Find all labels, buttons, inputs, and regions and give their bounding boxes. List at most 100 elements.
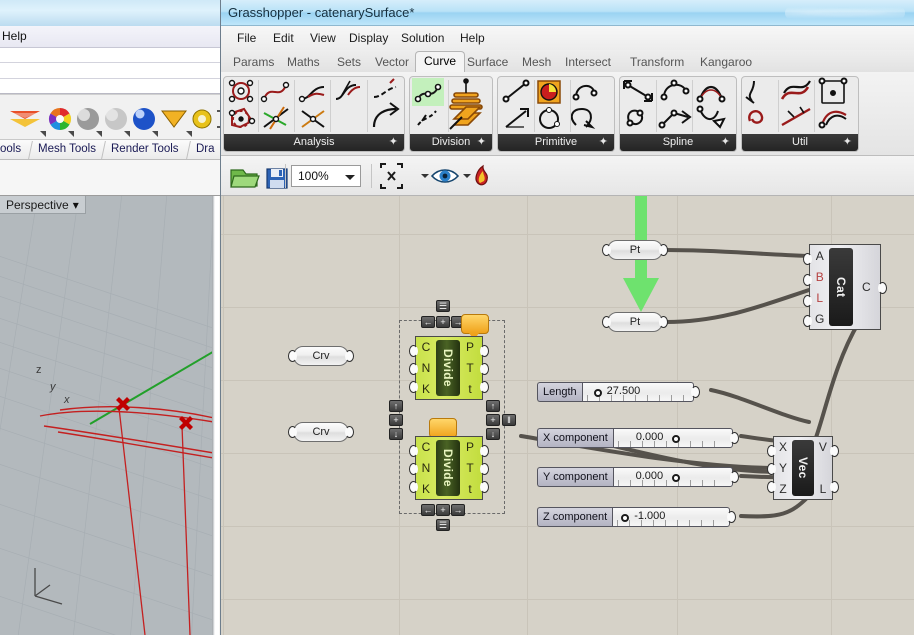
divide-curve-1[interactable]: C N K Divide P T t	[409, 336, 489, 400]
divide-curve-2[interactable]: C N K Divide P T t	[409, 436, 489, 500]
rhino-tab-draft[interactable]: Dra	[196, 143, 215, 155]
rhino-viewport[interactable]: Perspective ▾ z y x	[0, 196, 228, 635]
zoom-down-icon[interactable]: ↓	[389, 428, 403, 440]
rhino-command-line[interactable]	[0, 48, 228, 94]
z-component-slider[interactable]: Z component -1.000	[537, 507, 737, 527]
output-port[interactable]	[690, 386, 700, 398]
tab-surface[interactable]: Surface	[461, 53, 514, 71]
menu-icon[interactable]: ☰	[436, 519, 450, 531]
tab-maths[interactable]: Maths	[281, 53, 326, 71]
output-port-t-upper[interactable]	[480, 463, 489, 475]
menu-solution[interactable]: Solution	[401, 31, 444, 45]
output-port-t-lower[interactable]	[480, 381, 489, 393]
input-port-b[interactable]	[803, 274, 812, 286]
input-port[interactable]	[288, 426, 297, 438]
vector-xyz-component[interactable]: X Y Z Vec V . L	[767, 436, 839, 500]
y-component-slider[interactable]: Y component 0.000	[537, 467, 739, 487]
menu-file[interactable]: File	[237, 31, 256, 45]
expand-icon[interactable]: ✦	[477, 134, 486, 151]
rhino-toolbar-tabs[interactable]: ools Mesh Tools Render Tools Dra	[0, 140, 228, 160]
input-port-n[interactable]	[409, 463, 418, 475]
menu-icon[interactable]: ☰	[436, 300, 450, 312]
pan-left-icon[interactable]: ←	[421, 504, 435, 516]
component-message-bubble-1[interactable]	[461, 314, 489, 340]
expand-icon[interactable]: ✦	[721, 134, 730, 151]
pt-param-1[interactable]: Pt	[602, 240, 668, 260]
input-port-c[interactable]	[409, 345, 418, 357]
grasshopper-canvas[interactable]: Crv Crv Pt Pt ☰ ← + → C N K Divide P T t…	[221, 196, 914, 635]
input-port-k[interactable]	[409, 381, 418, 393]
slider-track[interactable]: -1.000	[612, 507, 737, 527]
rhino-toolbar[interactable]	[0, 94, 228, 140]
output-port[interactable]	[659, 244, 668, 256]
zoom-in-icon[interactable]: +	[436, 316, 450, 328]
zoom-up-icon[interactable]: ↑	[486, 400, 500, 412]
tab-kangaroo[interactable]: Kangaroo	[694, 53, 758, 71]
slider-track[interactable]: 27.500	[581, 382, 700, 402]
output-port-p[interactable]	[480, 445, 489, 457]
input-port-y[interactable]	[767, 463, 776, 475]
menu-display[interactable]: Display	[349, 31, 388, 45]
chevron-down-icon[interactable]	[345, 175, 355, 180]
tab-transform[interactable]: Transform	[624, 53, 690, 71]
length-slider[interactable]: Length 27.500	[537, 382, 700, 402]
output-port-t-upper[interactable]	[480, 363, 489, 375]
chevron-down-icon[interactable]: ▾	[73, 198, 79, 212]
tab-intersect[interactable]: Intersect	[559, 53, 617, 71]
pan-left-icon[interactable]: ←	[421, 316, 435, 328]
slider-track[interactable]: 0.000	[612, 428, 739, 448]
zoom-down-icon[interactable]: ↓	[486, 428, 500, 440]
chevron-down-icon[interactable]	[463, 174, 471, 178]
output-port[interactable]	[727, 511, 737, 523]
input-port-l[interactable]	[803, 295, 812, 307]
slider-knob[interactable]	[593, 389, 602, 397]
output-port-t-lower[interactable]	[480, 481, 489, 493]
slider-track[interactable]: 0.000	[612, 467, 739, 487]
tab-mesh[interactable]: Mesh	[516, 53, 557, 71]
output-port[interactable]	[345, 426, 354, 438]
output-port[interactable]	[345, 350, 354, 362]
input-port-k[interactable]	[409, 481, 418, 493]
expand-icon[interactable]: ✦	[843, 134, 852, 151]
input-port-c[interactable]	[409, 445, 418, 457]
zoom-up-icon[interactable]: ↑	[389, 400, 403, 412]
grasshopper-titlebar[interactable]: Grasshopper - catenarySurface*	[221, 0, 914, 26]
rhino-tab-tools[interactable]: ools	[0, 143, 21, 155]
tab-params[interactable]: Params	[227, 53, 280, 71]
output-port-v[interactable]	[830, 445, 839, 457]
input-port-a[interactable]	[803, 253, 812, 265]
pt-param-2[interactable]: Pt	[602, 312, 668, 332]
menu-view[interactable]: View	[310, 31, 336, 45]
tab-sets[interactable]: Sets	[331, 53, 367, 71]
slider-knob[interactable]	[671, 435, 680, 443]
output-port-c[interactable]	[878, 282, 887, 294]
chevron-down-icon[interactable]	[421, 174, 429, 178]
ribbon[interactable]: Analysis ✦ Division ✦ Primitive ✦ Spline…	[221, 72, 914, 156]
catenary-component[interactable]: A B L G Cat C	[803, 244, 887, 330]
input-port[interactable]	[602, 244, 611, 256]
pan-right-icon[interactable]: →	[451, 504, 465, 516]
input-port-x[interactable]	[767, 445, 776, 457]
output-port[interactable]	[729, 471, 739, 483]
zoom-in-icon[interactable]: +	[389, 414, 403, 426]
ribbon-group-spline[interactable]: Spline ✦	[619, 76, 737, 152]
output-port[interactable]	[729, 432, 739, 444]
output-port[interactable]	[659, 316, 668, 328]
output-port-l[interactable]	[830, 481, 839, 493]
ribbon-group-primitive[interactable]: Primitive ✦	[497, 76, 615, 152]
component-message-bubble-2[interactable]	[429, 418, 457, 444]
ribbon-group-util[interactable]: Util ✦	[741, 76, 859, 152]
crv-param-2[interactable]: Crv	[288, 422, 354, 442]
slider-knob[interactable]	[671, 474, 680, 482]
expand-icon[interactable]: ✦	[389, 134, 398, 151]
rhino-menubar[interactable]: Help	[0, 26, 228, 48]
canvas-toolbar[interactable]: 100%	[221, 156, 914, 196]
expand-icon[interactable]: ✦	[599, 134, 608, 151]
rhino-tab-render-tools[interactable]: Render Tools	[111, 143, 179, 155]
ribbon-tab-bar[interactable]: Params Maths Sets Vector Curve Surface M…	[221, 50, 914, 72]
input-port[interactable]	[288, 350, 297, 362]
zoom-in-icon[interactable]: +	[436, 504, 450, 516]
ribbon-group-division[interactable]: Division ✦	[409, 76, 493, 152]
zoom-level-combo[interactable]: 100%	[291, 165, 361, 187]
input-port-g[interactable]	[803, 315, 812, 327]
